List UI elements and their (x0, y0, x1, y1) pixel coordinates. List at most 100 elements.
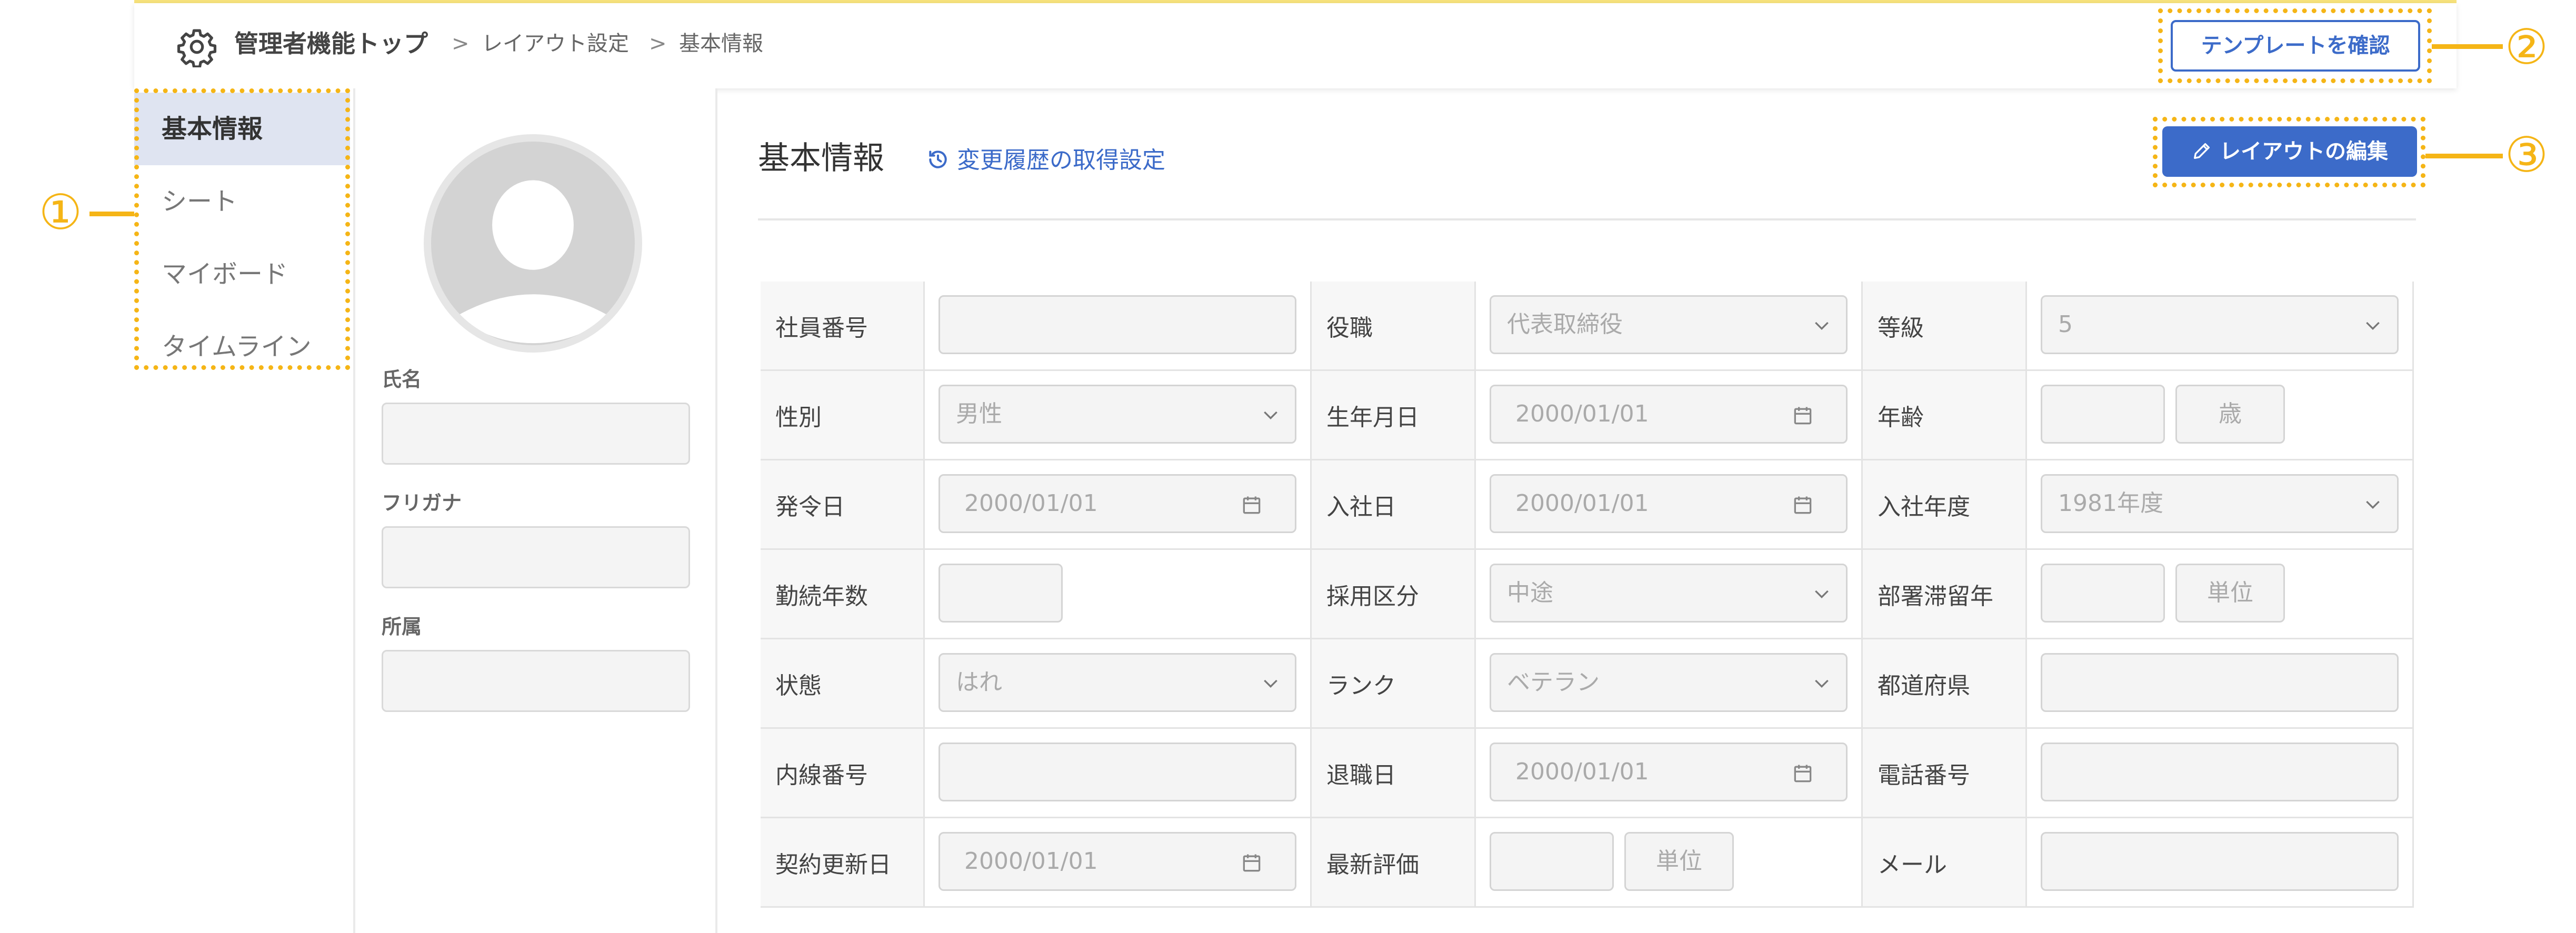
hire-year-select[interactable]: 1981年度 (2041, 474, 2399, 533)
chevron-down-icon (2366, 500, 2380, 509)
change-history-settings-label: 変更履歴の取得設定 (957, 147, 1165, 174)
hire-date-value: 2000/01/01 (1515, 490, 1649, 517)
gender-label: 性別 (761, 371, 925, 460)
latest-evaluation-unit-select[interactable]: 単位 (1624, 832, 1734, 891)
breadcrumb-layout-settings[interactable]: レイアウト設定 (482, 25, 629, 62)
position-label: 役職 (1312, 282, 1476, 371)
appointment-date-date-picker[interactable]: 2000/01/01 (938, 474, 1296, 533)
grade-label: 等級 (1863, 282, 2027, 371)
employee-number-field[interactable] (938, 295, 1296, 354)
department-field[interactable] (382, 650, 690, 712)
calendar-icon (1243, 854, 1261, 872)
annotation-3-number: ③ (2504, 127, 2549, 183)
chevron-down-icon (1815, 679, 1829, 688)
gear-icon[interactable] (176, 26, 217, 67)
employee-number-label: 社員番号 (761, 282, 925, 371)
phone-number-cell (2027, 729, 2414, 818)
status-label: 状態 (761, 639, 925, 729)
calendar-icon (1794, 765, 1812, 782)
breadcrumb-separator: > (649, 32, 667, 56)
age-field[interactable] (2041, 385, 2165, 444)
breadcrumb-admin-top[interactable]: 管理者機能トップ (234, 25, 428, 62)
birth-date-date-picker[interactable]: 2000/01/01 (1490, 385, 1848, 444)
prefecture-field[interactable] (2041, 653, 2399, 712)
hiring-category-select[interactable]: 中途 (1490, 564, 1848, 623)
age-unit-select[interactable]: 歳 (2175, 385, 2285, 444)
calendar-icon (1794, 407, 1812, 425)
rank-select[interactable]: ベテラン (1490, 653, 1848, 712)
contract-renewal-date-value: 2000/01/01 (964, 848, 1098, 875)
annotation-1-frame (134, 88, 350, 370)
prefecture-cell (2027, 639, 2414, 729)
title-divider (758, 218, 2416, 220)
annotation-3-frame (2153, 117, 2425, 187)
retirement-date-value: 2000/01/01 (1515, 758, 1649, 785)
employee-number-cell (925, 282, 1312, 371)
grade-value: 5 (2058, 311, 2073, 338)
name-field[interactable] (382, 403, 690, 465)
position-cell: 代表取締役 (1476, 282, 1863, 371)
avatar[interactable] (424, 134, 642, 353)
dept-tenure-unit-select[interactable]: 単位 (2175, 564, 2285, 623)
grade-select[interactable]: 5 (2041, 295, 2399, 354)
rank-label: ランク (1312, 639, 1476, 729)
chevron-down-icon (1264, 411, 1277, 420)
grade-cell: 5 (2027, 282, 2414, 371)
gender-value: 男性 (956, 400, 1002, 427)
change-history-settings-link[interactable]: 変更履歴の取得設定 (926, 141, 1165, 175)
age-label: 年齢 (1863, 371, 2027, 460)
years-of-service-field[interactable] (938, 564, 1063, 623)
extension-number-cell (925, 729, 1312, 818)
status-cell: はれ (925, 639, 1312, 729)
hire-year-label: 入社年度 (1863, 460, 2027, 550)
breadcrumb-separator: > (452, 32, 470, 56)
breadcrumb-current: 基本情報 (679, 32, 763, 56)
prefecture-label: 都道府県 (1863, 639, 2027, 729)
retirement-date-date-picker[interactable]: 2000/01/01 (1490, 743, 1848, 801)
annotation-1-leader (89, 212, 134, 216)
dept-tenure-field[interactable] (2041, 564, 2165, 623)
calendar-icon (1794, 496, 1812, 514)
hire-date-date-picker[interactable]: 2000/01/01 (1490, 474, 1848, 533)
gender-select[interactable]: 男性 (938, 385, 1296, 444)
years-of-service-label: 勤続年数 (761, 550, 925, 639)
appointment-date-value: 2000/01/01 (964, 490, 1098, 517)
chevron-down-icon (1815, 322, 1829, 330)
status-select[interactable]: はれ (938, 653, 1296, 712)
birth-date-cell: 2000/01/01 (1476, 371, 1863, 460)
position-value: 代表取締役 (1507, 311, 1623, 338)
chevron-down-icon (2366, 322, 2380, 330)
history-icon (929, 151, 947, 168)
hiring-category-label: 採用区分 (1312, 550, 1476, 639)
age-cell: 歳 (2027, 371, 2414, 460)
phone-number-field[interactable] (2041, 743, 2399, 801)
retirement-date-label: 退職日 (1312, 729, 1476, 818)
email-cell (2027, 818, 2414, 908)
hire-year-cell: 1981年度 (2027, 460, 2414, 550)
hiring-category-cell: 中途 (1476, 550, 1863, 639)
birth-date-label: 生年月日 (1312, 371, 1476, 460)
latest-evaluation-field[interactable] (1490, 832, 1614, 891)
chevron-down-icon (1264, 679, 1277, 688)
extension-number-label: 内線番号 (761, 729, 925, 818)
birth-date-value: 2000/01/01 (1515, 400, 1649, 427)
hire-date-label: 入社日 (1312, 460, 1476, 550)
appointment-date-cell: 2000/01/01 (925, 460, 1312, 550)
position-select[interactable]: 代表取締役 (1490, 295, 1848, 354)
contract-renewal-date-date-picker[interactable]: 2000/01/01 (938, 832, 1296, 891)
extension-number-field[interactable] (938, 743, 1296, 801)
annotation-3-leader (2425, 154, 2503, 158)
annotation-1-number: ① (38, 184, 83, 240)
dept-tenure-label: 部署滞留年 (1863, 550, 2027, 639)
latest-evaluation-cell: 単位 (1476, 818, 1863, 908)
department-label: 所属 (382, 615, 422, 638)
annotation-2-frame (2158, 8, 2432, 83)
years-of-service-cell (925, 550, 1312, 639)
annotation-2-number: ② (2504, 19, 2549, 75)
furigana-field[interactable] (382, 526, 690, 588)
user-silhouette-icon (455, 180, 611, 344)
email-field[interactable] (2041, 832, 2399, 891)
latest-evaluation-label: 最新評価 (1312, 818, 1476, 908)
hire-year-value: 1981年度 (2058, 490, 2163, 517)
page-title: 基本情報 (758, 140, 884, 177)
